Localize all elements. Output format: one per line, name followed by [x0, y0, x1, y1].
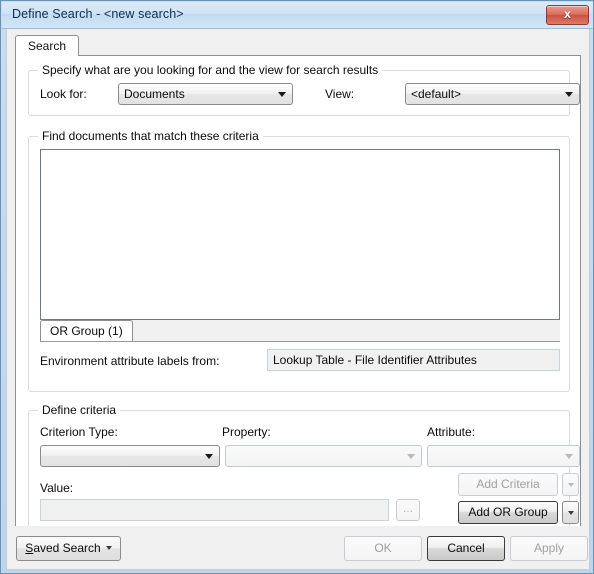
- value-input[interactable]: [40, 499, 389, 521]
- look-for-value: Documents: [124, 87, 185, 101]
- saved-search-label: aved Search: [33, 541, 101, 555]
- look-for-label: Look for:: [40, 87, 87, 101]
- environment-labels-label: Environment attribute labels from:: [40, 354, 220, 368]
- chevron-down-icon: [565, 454, 573, 459]
- tab-search[interactable]: Search: [15, 35, 80, 56]
- criterion-type-combobox[interactable]: [40, 445, 220, 467]
- specify-search-groupbox: Specify what are you looking for and the…: [28, 63, 580, 116]
- view-value: <default>: [411, 87, 462, 101]
- define-criteria-legend: Define criteria: [38, 403, 121, 417]
- chevron-down-icon: [407, 454, 415, 459]
- close-button[interactable]: x: [546, 5, 589, 25]
- attribute-combobox[interactable]: [427, 445, 580, 467]
- or-group-tab-strip: OR Group (1): [40, 320, 560, 342]
- property-label: Property:: [222, 425, 271, 439]
- add-or-group-button[interactable]: Add OR Group: [458, 501, 558, 524]
- window-title: Define Search - <new search>: [12, 7, 184, 21]
- property-combobox[interactable]: [225, 445, 422, 467]
- environment-labels-field[interactable]: Lookup Table - File Identifier Attribute…: [267, 349, 560, 371]
- chevron-down-icon: [205, 454, 213, 459]
- add-criteria-button[interactable]: Add Criteria: [458, 473, 558, 496]
- chevron-down-icon: [105, 546, 112, 550]
- dialog-client-area: Search Specify what are you looking for …: [6, 29, 590, 570]
- find-criteria-groupbox: Find documents that match these criteria…: [28, 129, 570, 392]
- add-criteria-dropdown-button[interactable]: [562, 473, 579, 496]
- chevron-down-icon: [568, 511, 574, 515]
- view-label: View:: [325, 87, 355, 101]
- attribute-label: Attribute:: [427, 425, 476, 439]
- chevron-down-icon: [278, 92, 286, 97]
- tab-panel-search: Specify what are you looking for and the…: [15, 55, 581, 545]
- define-search-dialog: Define Search - <new search> x Search Sp…: [0, 0, 594, 574]
- ok-button[interactable]: OK: [344, 536, 422, 561]
- tab-join-mask: [16, 54, 76, 57]
- close-icon: x: [564, 7, 571, 21]
- define-criteria-groupbox: Define criteria Criterion Type: Property…: [28, 403, 580, 534]
- criterion-type-label: Criterion Type:: [40, 425, 118, 439]
- find-criteria-legend: Find documents that match these criteria: [38, 129, 263, 143]
- criteria-list-box[interactable]: [40, 149, 560, 320]
- chevron-down-icon: [568, 483, 574, 487]
- browse-button[interactable]: ...: [396, 499, 420, 521]
- dialog-footer: Saved Search OK Cancel Apply: [7, 526, 589, 569]
- add-or-group-dropdown-button[interactable]: [562, 501, 579, 524]
- saved-search-button[interactable]: Saved Search: [16, 536, 121, 561]
- tab-strip: Search: [15, 34, 581, 56]
- specify-search-legend: Specify what are you looking for and the…: [38, 63, 383, 77]
- or-group-tab-1[interactable]: OR Group (1): [40, 320, 133, 341]
- chevron-down-icon: [565, 92, 573, 97]
- cancel-button[interactable]: Cancel: [427, 536, 505, 561]
- view-combobox[interactable]: <default>: [405, 83, 580, 105]
- apply-button[interactable]: Apply: [510, 536, 588, 561]
- look-for-combobox[interactable]: Documents: [118, 83, 293, 105]
- title-bar: Define Search - <new search> x: [2, 2, 593, 29]
- value-label: Value:: [40, 481, 74, 495]
